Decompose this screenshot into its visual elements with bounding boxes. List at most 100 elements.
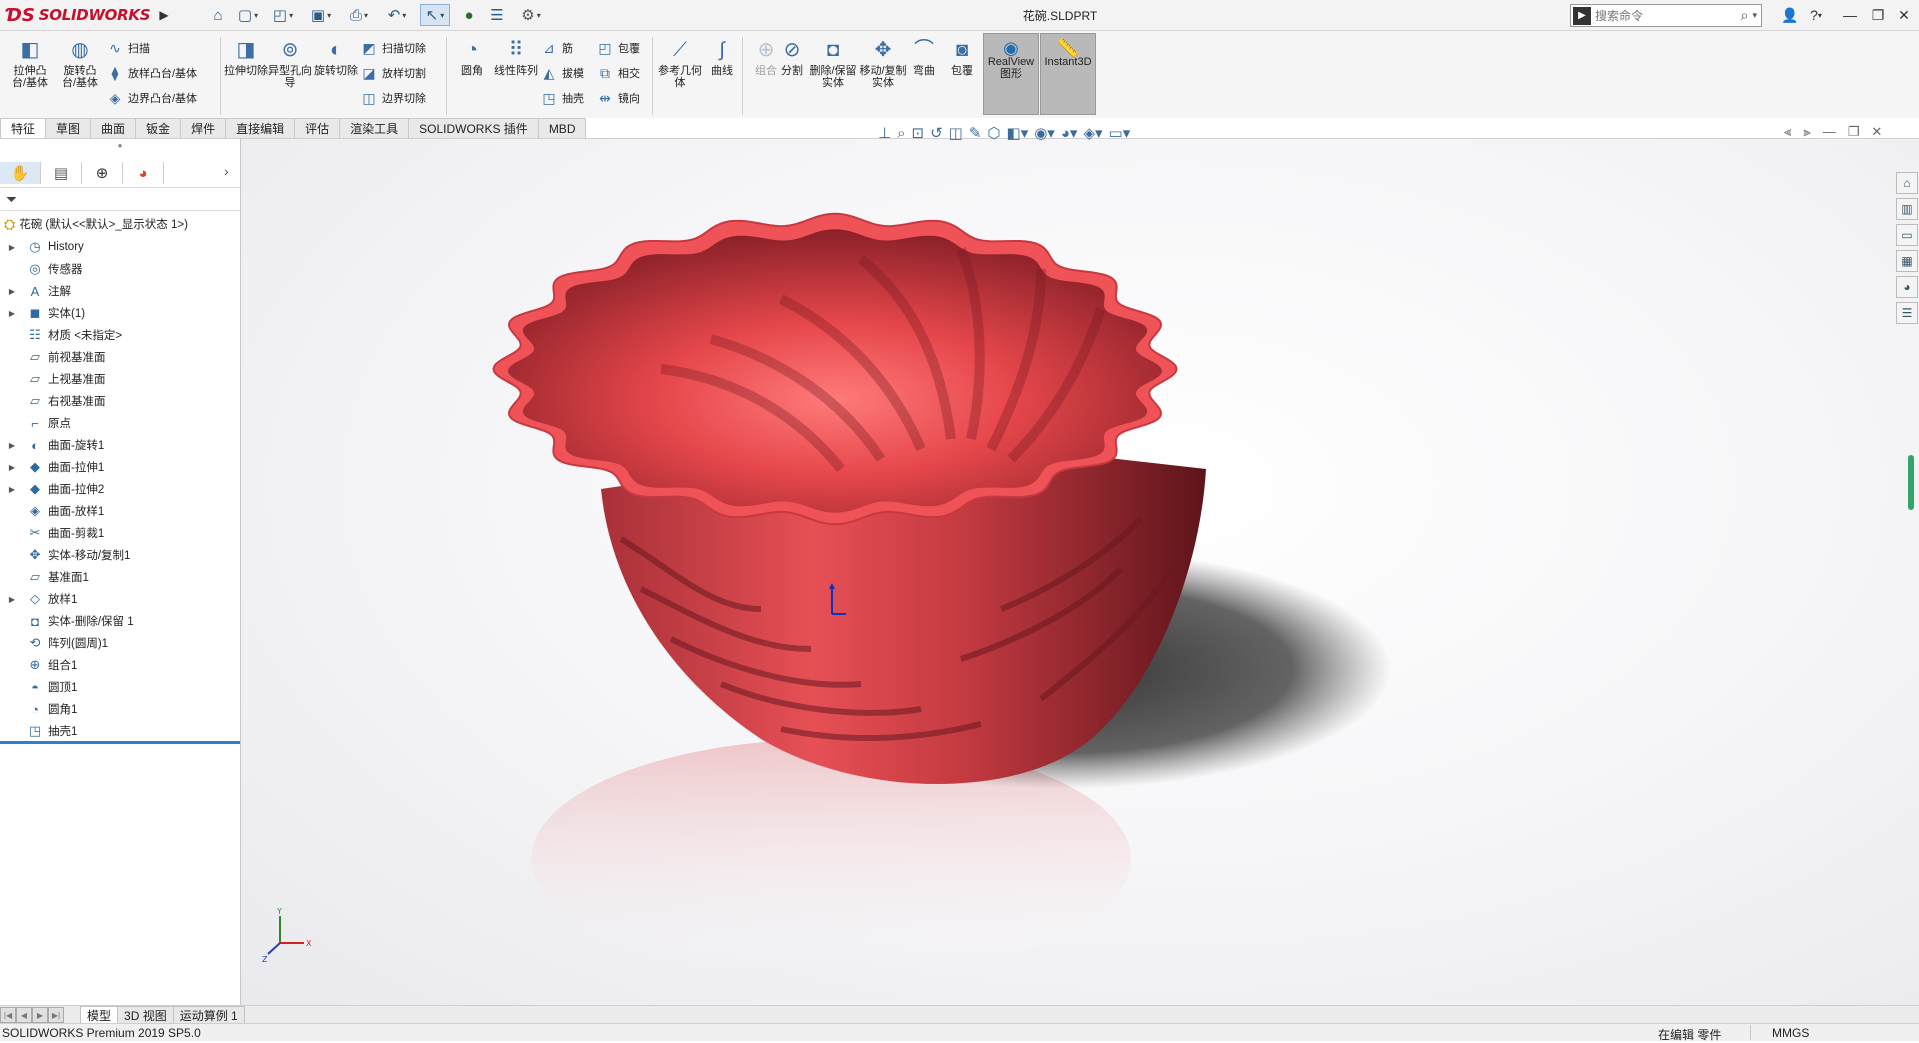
sweep-button[interactable]: ∿ 扫描 (106, 37, 150, 59)
extrude-cut-button[interactable]: ◨ 拉伸切除 (224, 37, 268, 77)
expand-arrow-icon[interactable]: ▶ (6, 243, 18, 252)
tree-item[interactable]: ▶ A 注解 (0, 280, 240, 302)
tab-sketch[interactable]: 草图 (45, 118, 92, 138)
boundary-boss-button[interactable]: ◈ 边界凸台/基体 (106, 87, 197, 109)
tab-motion-study[interactable]: 运动算例 1 (172, 1006, 245, 1024)
tree-item[interactable]: ⌐ 原点 (0, 412, 240, 434)
minimize-window-icon[interactable]: — (1838, 5, 1862, 25)
doc-restore-icon[interactable]: ❐ (1848, 124, 1860, 140)
wrap-button[interactable]: ◰ 包覆 (596, 37, 640, 59)
expand-arrow-icon[interactable]: ▶ (6, 595, 18, 604)
tree-item[interactable]: ✥ 实体-移动/复制1 (0, 544, 240, 566)
appearances-icon[interactable]: ◕ (1896, 276, 1918, 298)
tree-item[interactable]: ▶ ◼ 实体(1) (0, 302, 240, 324)
tree-item[interactable]: ◈ 曲面-放样1 (0, 500, 240, 522)
open-folder-icon[interactable]: ◰ ▾ (268, 4, 298, 26)
expand-arrow-icon[interactable]: ▶ (6, 287, 18, 296)
search-dropdown-icon[interactable]: ▾ (1752, 10, 1757, 21)
rebuild-traffic-light-icon[interactable]: ● (458, 4, 480, 26)
swept-cut-button[interactable]: ◩ 扫描切除 (360, 37, 426, 59)
unit-system[interactable]: MMGS (1772, 1026, 1809, 1040)
edit-appearance-icon[interactable]: ◕▾ (1061, 124, 1078, 142)
tile-left-icon[interactable]: ⫷ (1784, 124, 1791, 140)
save-icon[interactable]: ▣ ▾ (306, 4, 336, 26)
draft-button[interactable]: ◭ 拔模 (540, 62, 584, 84)
expand-arrow-icon[interactable]: ▶ (6, 463, 18, 472)
tree-item[interactable]: ▱ 前视基准面 (0, 346, 240, 368)
move-copy-body-button[interactable]: ✥ 移动/复制实体 (858, 37, 908, 89)
solidworks-logo[interactable]: ƊS SOLIDWORKS (6, 3, 154, 27)
display-style-icon[interactable]: ◧▾ (1007, 124, 1029, 142)
tab-surfaces[interactable]: 曲面 (90, 118, 137, 138)
reference-geometry-button[interactable]: ⟋ 参考几何体 (658, 37, 702, 89)
tree-item[interactable]: ◘ 实体-删除/保留 1 (0, 610, 240, 632)
revolve-boss-button[interactable]: ◍ 旋转凸台/基体 (58, 37, 102, 89)
realview-toggle[interactable]: ◉ RealView图形 (983, 33, 1039, 115)
lofted-cut-button[interactable]: ◪ 放样切割 (360, 62, 426, 84)
curves-button[interactable]: ∫ 曲线 (700, 37, 744, 77)
tab-mbd[interactable]: MBD (537, 118, 587, 138)
rib-button[interactable]: ⊿ 筋 (540, 37, 573, 59)
expand-arrow-icon[interactable]: ▶ (6, 441, 18, 450)
boundary-cut-button[interactable]: ◫ 边界切除 (360, 87, 426, 109)
restore-window-icon[interactable]: ❐ (1866, 5, 1890, 25)
tree-filter[interactable]: ⏷ (0, 187, 240, 211)
tab-render-tools[interactable]: 渲染工具 (339, 118, 410, 138)
tile-right-icon[interactable]: ⫸ (1803, 124, 1810, 140)
tree-item[interactable]: ◔ 圆角1 (0, 698, 240, 720)
configuration-manager-tab-icon[interactable]: ⊕ (82, 162, 123, 184)
apply-scene-icon[interactable]: ◈▾ (1083, 124, 1102, 142)
search-input[interactable] (1593, 7, 1741, 24)
custom-properties-icon[interactable]: ☰ (1896, 302, 1918, 324)
tree-item[interactable]: ▶ ◐ 曲面-旋转1 (0, 434, 240, 456)
display-manager-tab-icon[interactable]: ◕ (123, 162, 164, 184)
doc-minimize-icon[interactable]: — (1823, 124, 1836, 140)
loft-boss-button[interactable]: ⧫ 放样凸台/基体 (106, 62, 198, 84)
shell-button[interactable]: ◳ 抽壳 (540, 87, 584, 109)
design-library-icon[interactable]: ▥ (1896, 198, 1918, 220)
extrude-boss-button[interactable]: ◧ 拉伸凸台/基体 (8, 37, 52, 89)
file-explorer-icon[interactable]: ▭ (1896, 224, 1918, 246)
tree-item[interactable]: ▱ 上视基准面 (0, 368, 240, 390)
undo-icon[interactable]: ↶ ▾ (382, 4, 412, 26)
tree-item[interactable]: ⟲ 阵列(圆周)1 (0, 632, 240, 654)
tree-item[interactable]: ▶ ◆ 曲面-拉伸2 (0, 478, 240, 500)
delete-keep-body-button[interactable]: ◘ 删除/保留实体 (808, 37, 858, 89)
search-commands-box[interactable]: ▶ ⌕ ▾ (1570, 4, 1762, 27)
tab-evaluate[interactable]: 评估 (294, 118, 341, 138)
dynamic-annotation-icon[interactable]: ✎ (969, 124, 982, 142)
tree-item[interactable]: ▶ ◇ 放样1 (0, 588, 240, 610)
prev-tab-arrow-icon[interactable]: ◀ (16, 1007, 32, 1023)
flex-button[interactable]: ⌒ 弯曲 (906, 37, 942, 77)
hide-show-items-icon[interactable]: ◉▾ (1034, 124, 1055, 142)
graphics-area[interactable]: ⊥ ⌕ ⊡ ↺ ◫ ✎ ⬡ ◧▾ ◉▾ ◕▾ ◈▾ ▭▾ ⫷ ⫸ — ❐ ✕ Y… (241, 124, 1919, 1005)
tree-item[interactable]: ⊕ 组合1 (0, 654, 240, 676)
magnifier-icon[interactable]: ⌕ (1741, 7, 1749, 24)
tree-item[interactable]: ▱ 右视基准面 (0, 390, 240, 412)
revolve-cut-button[interactable]: ◐ 旋转切除 (314, 37, 358, 77)
tab-features[interactable]: 特征 (0, 118, 47, 138)
panel-grip-icon[interactable]: ● (0, 141, 240, 153)
tree-item[interactable]: ▶ ◆ 曲面-拉伸1 (0, 456, 240, 478)
expand-arrow-icon[interactable]: ▶ (6, 485, 18, 494)
select-pointer-icon[interactable]: ↖ ▾ (420, 4, 450, 26)
first-tab-arrow-icon[interactable]: |◀ (0, 1007, 16, 1023)
view-orientation-cube-icon[interactable]: ⬡ (987, 124, 1000, 142)
instant3d-toggle[interactable]: 📏 Instant3D (1040, 33, 1096, 115)
view-orientation-icon[interactable]: ⊥ (878, 124, 891, 142)
help-icon[interactable]: ? ▾ (1804, 5, 1828, 25)
mirror-button[interactable]: ⇹ 镜向 (596, 87, 640, 109)
intersect-button[interactable]: ⧉ 相交 (596, 62, 640, 84)
tab-3d-views[interactable]: 3D 视图 (117, 1006, 174, 1024)
tab-sheet-metal[interactable]: 钣金 (135, 118, 182, 138)
linear-pattern-button[interactable]: ⠿ 线性阵列 (494, 37, 538, 77)
tab-direct-editing[interactable]: 直接编辑 (225, 118, 296, 138)
hole-wizard-button[interactable]: ⊚ 异型孔向导 (268, 37, 312, 89)
tab-model[interactable]: 模型 (80, 1006, 119, 1024)
tree-item[interactable]: ✂ 曲面-剪裁1 (0, 522, 240, 544)
last-tab-arrow-icon[interactable]: ▶| (48, 1007, 64, 1023)
tab-weldments[interactable]: 焊件 (180, 118, 227, 138)
close-window-icon[interactable]: ✕ (1892, 5, 1916, 25)
view-settings-icon[interactable]: ▭▾ (1109, 124, 1131, 142)
view-palette-icon[interactable]: ▦ (1896, 250, 1918, 272)
